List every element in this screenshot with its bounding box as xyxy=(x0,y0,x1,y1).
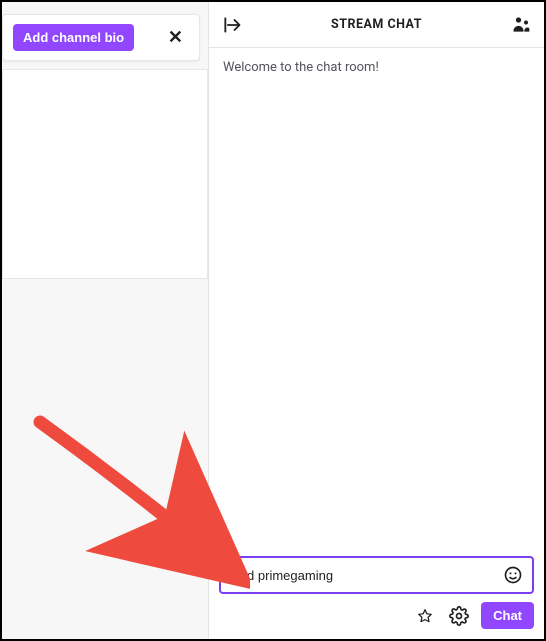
emote-picker-icon[interactable] xyxy=(502,564,524,586)
chat-send-button[interactable]: Chat xyxy=(481,602,534,629)
add-channel-bio-button[interactable]: Add channel bio xyxy=(13,24,134,51)
bio-card: Add channel bio ✕ xyxy=(2,14,200,61)
chat-input[interactable] xyxy=(229,568,502,583)
chat-welcome-text: Welcome to the chat room! xyxy=(223,60,530,75)
close-icon[interactable]: ✕ xyxy=(162,25,189,50)
stream-chat-panel: STREAM CHAT Welcome to the chat room! xyxy=(209,2,544,639)
chat-header: STREAM CHAT xyxy=(209,2,544,48)
community-icon[interactable] xyxy=(508,12,534,38)
content-placeholder xyxy=(2,69,208,279)
channel-points-icon[interactable] xyxy=(413,604,437,628)
chat-footer: Chat xyxy=(209,548,544,639)
settings-icon[interactable] xyxy=(447,604,471,628)
chat-messages-area: Welcome to the chat room! xyxy=(209,48,544,548)
chat-header-title: STREAM CHAT xyxy=(245,17,508,32)
collapse-chat-icon[interactable] xyxy=(219,12,245,38)
chat-footer-actions: Chat xyxy=(219,602,534,629)
chat-input-container[interactable] xyxy=(219,556,534,594)
app-frame: Add channel bio ✕ STREAM CHAT xyxy=(0,0,546,641)
left-pane: Add channel bio ✕ xyxy=(2,2,209,639)
